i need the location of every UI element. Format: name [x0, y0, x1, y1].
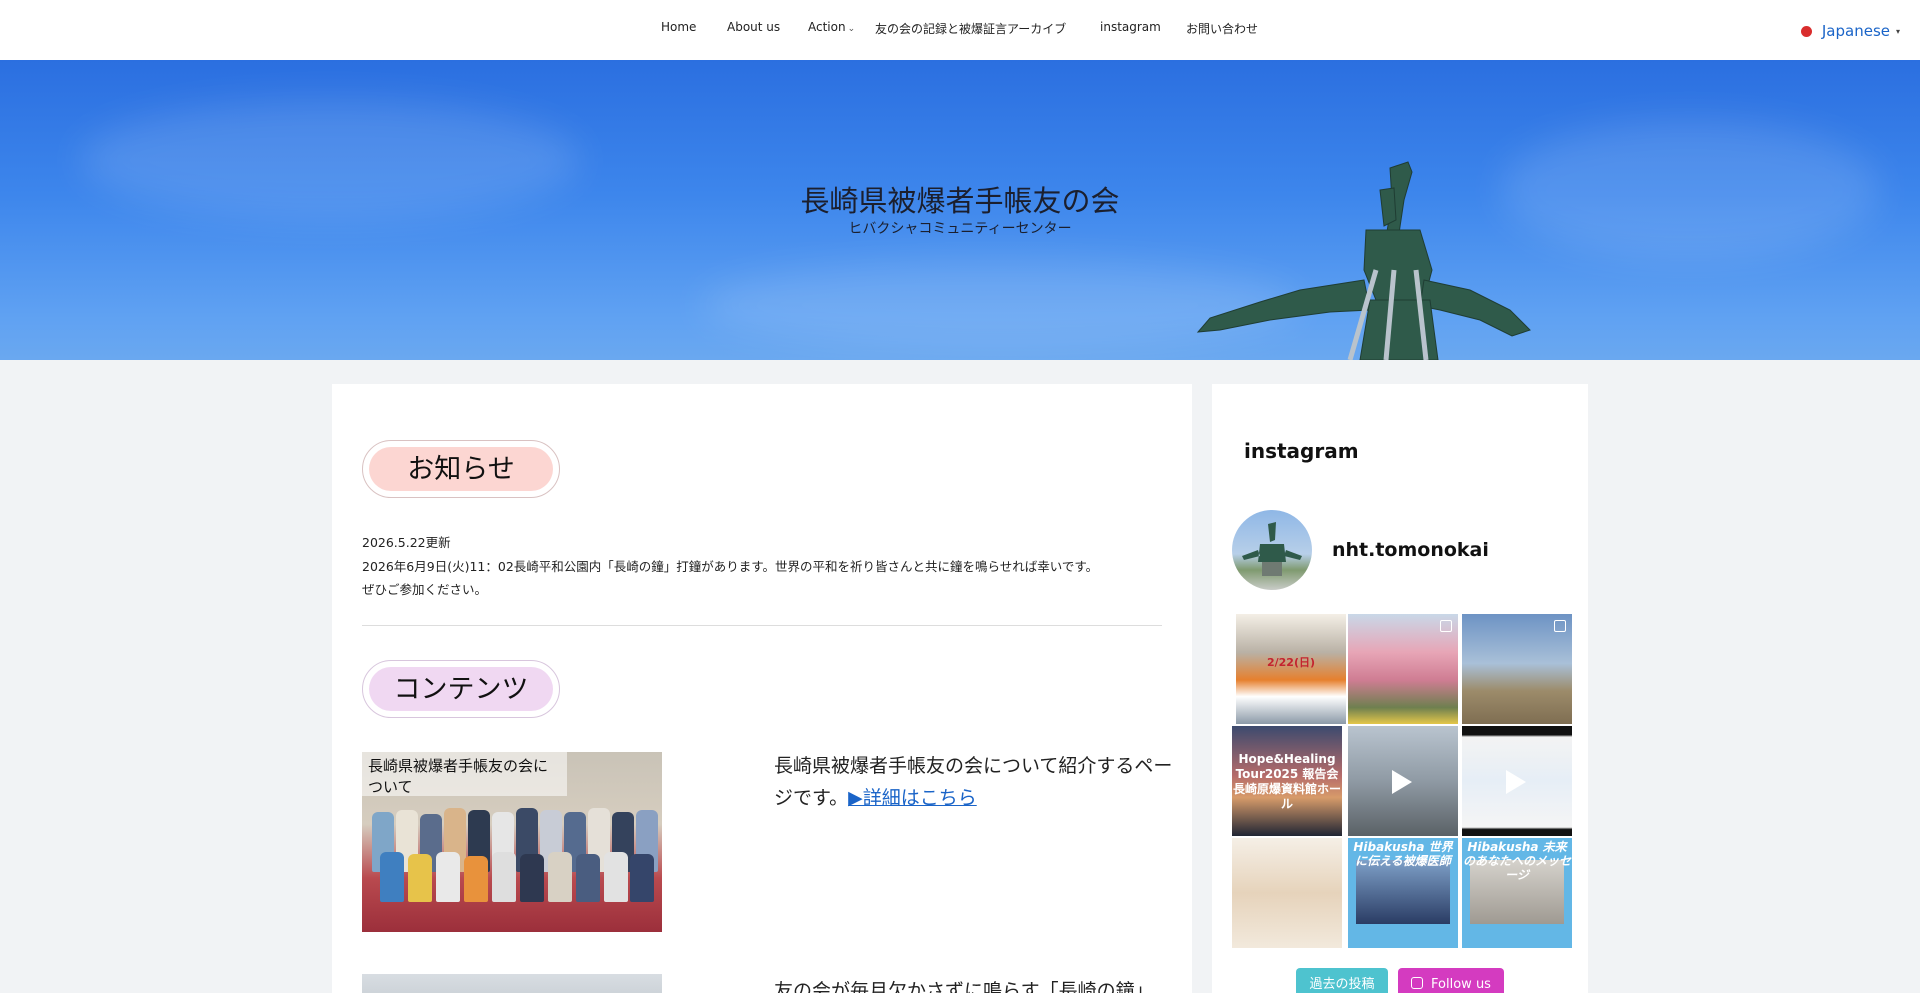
language-label: Japanese	[1821, 22, 1890, 40]
follow-us-label: Follow us	[1431, 977, 1491, 992]
section-divider	[362, 625, 1162, 626]
chevron-down-icon: ⌄	[847, 24, 856, 34]
about-photo-caption: 長崎県被爆者手帳友の会について	[368, 757, 549, 796]
post-text: Hope&Healing Tour2025 報告会 長崎原爆資料館ホール	[1232, 752, 1341, 811]
photo-person	[630, 854, 654, 902]
instagram-handle[interactable]: nht.tomonokai	[1332, 539, 1489, 561]
photo-person	[604, 852, 628, 902]
past-posts-button[interactable]: 過去の投稿	[1296, 968, 1388, 993]
instagram-post[interactable]	[1348, 726, 1458, 836]
bell-description: 友の会が毎月欠かさずに鳴らす「長崎の鐘」	[774, 980, 1154, 993]
nav-about-us[interactable]: About us	[727, 20, 780, 34]
bell-photo[interactable]	[362, 974, 662, 993]
photo-person	[492, 852, 516, 902]
nav-home[interactable]: Home	[661, 20, 696, 34]
japan-flag-icon	[1800, 26, 1812, 37]
news-text-line1: 2026年6月9日(火)11：02長崎平和公園内「長崎の鐘」打鐘があります。世界…	[362, 559, 1099, 574]
instagram-post[interactable]	[1462, 614, 1572, 724]
news-heading: お知らせ	[369, 447, 553, 491]
photo-person	[464, 856, 488, 902]
instagram-post[interactable]: 2/22(日)	[1236, 614, 1346, 724]
peace-statue-image	[1196, 161, 1531, 360]
post-text: Hibakusha 未来のあなたへのメッセージ	[1462, 840, 1571, 882]
language-switcher[interactable]: Japanese ▾	[1800, 22, 1900, 40]
about-detail-link[interactable]: ▶詳細はこちら	[848, 787, 977, 809]
nav-instagram[interactable]: instagram	[1100, 20, 1161, 34]
nav-contact[interactable]: お問い合わせ	[1186, 20, 1258, 37]
photo-person	[576, 854, 600, 902]
contents-heading: コンテンツ	[369, 667, 553, 711]
main-nav: Home About us Action ⌄ 友の会の記録と被爆証言アーカイブ i…	[0, 0, 1920, 56]
nav-action[interactable]: Action ⌄	[808, 20, 855, 34]
instagram-post[interactable]	[1348, 614, 1458, 724]
instagram-icon	[1411, 977, 1424, 989]
about-group-photo[interactable]: 長崎県被爆者手帳友の会について	[362, 752, 662, 932]
carousel-icon	[1440, 620, 1452, 632]
nav-action-label: Action	[808, 20, 846, 34]
contents-heading-badge: コンテンツ	[362, 660, 560, 718]
follow-us-button[interactable]: Follow us	[1398, 968, 1504, 993]
site-subtitle: ヒバクシャコミュニティーセンター	[848, 221, 1072, 237]
about-description: 長崎県被爆者手帳友の会について紹介するページです。▶詳細はこちら	[774, 750, 1174, 814]
instagram-post[interactable]: Hibakusha 世界に伝える被爆医師	[1348, 838, 1458, 948]
site-header: Home About us Action ⌄ 友の会の記録と被爆証言アーカイブ i…	[0, 0, 1920, 60]
post-text: Hibakusha 世界に伝える被爆医師	[1353, 840, 1453, 868]
news-date: 2026.5.22更新	[362, 535, 451, 550]
sidebar: instagram nht.tomonokai 2/22(日) Hope&Hea…	[1212, 384, 1588, 993]
dropdown-arrow-icon: ▾	[1895, 27, 1900, 36]
instagram-post[interactable]: Hibakusha 未来のあなたへのメッセージ	[1462, 838, 1572, 948]
photo-person	[520, 854, 544, 902]
photo-person	[548, 852, 572, 902]
instagram-post[interactable]	[1462, 726, 1572, 836]
sidebar-title: instagram	[1244, 439, 1359, 463]
site-title: 長崎県被爆者手帳友の会	[800, 184, 1120, 218]
hero-banner: 長崎県被爆者手帳友の会 ヒバクシャコミュニティーセンター	[0, 60, 1920, 360]
news-heading-badge: お知らせ	[362, 440, 560, 498]
instagram-post[interactable]	[1232, 838, 1342, 948]
statue-thumbnail-icon	[1242, 522, 1302, 576]
instagram-post[interactable]: Hope&Healing Tour2025 報告会 長崎原爆資料館ホール	[1232, 726, 1342, 836]
instagram-avatar[interactable]	[1232, 510, 1312, 590]
post-photo	[1356, 860, 1450, 924]
main-content: お知らせ 2026.5.22更新 2026年6月9日(火)11：02長崎平和公園…	[332, 384, 1192, 993]
video-play-icon	[1392, 770, 1412, 794]
photo-person	[436, 852, 460, 902]
photo-person	[408, 854, 432, 902]
video-play-icon	[1506, 770, 1526, 794]
photo-person	[380, 852, 404, 902]
carousel-icon	[1554, 620, 1566, 632]
nav-archive[interactable]: 友の会の記録と被爆証言アーカイブ	[875, 20, 1066, 37]
post-text: 2/22(日)	[1266, 656, 1316, 669]
news-text-line2: ぜひご参加ください。	[362, 582, 488, 597]
